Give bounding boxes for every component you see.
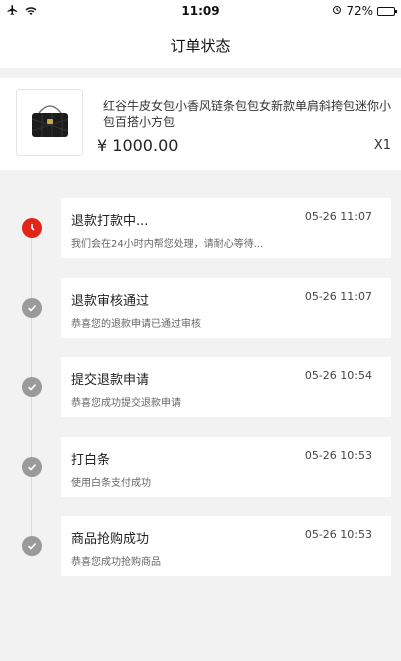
step-time: 05-26 10:53 xyxy=(304,528,372,541)
step-time: 05-26 10:54 xyxy=(304,369,372,382)
timeline-card[interactable]: 打白条 05-26 10:53 使用白条支付成功 xyxy=(61,437,391,497)
battery-icon xyxy=(377,6,397,16)
step-title: 商品抢购成功 xyxy=(71,532,150,547)
product-card[interactable]: 红谷牛皮女包小香风链条包包女新款单肩斜挎包迷你小包百搭小方包 ¥ 1000.00… xyxy=(0,78,401,170)
product-title: 红谷牛皮女包小香风链条包包女新款单肩斜挎包迷你小包百搭小方包 xyxy=(103,99,392,129)
product-image[interactable] xyxy=(16,89,83,156)
clock-icon xyxy=(22,218,42,238)
step-title: 提交退款申请 xyxy=(71,373,150,388)
alarm-icon xyxy=(332,4,342,18)
step-desc: 使用白条支付成功 xyxy=(71,478,151,489)
step-title: 打白条 xyxy=(71,453,111,468)
product-price: ¥ 1000.00 xyxy=(97,136,179,155)
handbag-icon xyxy=(27,101,73,145)
timeline-card[interactable]: 商品抢购成功 05-26 10:53 恭喜您成功抢购商品 xyxy=(61,516,391,576)
timeline-step-refund-paying[interactable]: 退款打款中... 05-26 11:07 我们会在24小时内帮您处理，请耐心等待… xyxy=(0,198,401,258)
step-title: 退款审核通过 xyxy=(71,294,150,309)
nav-bar: 订单状态 xyxy=(0,22,401,68)
timeline-card[interactable]: 退款打款中... 05-26 11:07 我们会在24小时内帮您处理，请耐心等待… xyxy=(61,198,391,258)
timeline-step-baitiao-paid[interactable]: 打白条 05-26 10:53 使用白条支付成功 xyxy=(0,437,401,497)
timeline-card[interactable]: 退款审核通过 05-26 11:07 恭喜您的退款申请已通过审核 xyxy=(61,278,391,338)
step-desc: 我们会在24小时内帮您处理，请耐心等待... xyxy=(71,239,264,250)
step-time: 05-26 10:53 xyxy=(304,449,372,462)
step-desc: 恭喜您成功提交退款申请 xyxy=(71,398,181,409)
step-desc: 恭喜您成功抢购商品 xyxy=(71,557,161,568)
product-quantity: X1 xyxy=(373,138,391,153)
page-title: 订单状态 xyxy=(170,36,231,55)
step-time: 05-26 11:07 xyxy=(304,290,372,303)
step-desc: 恭喜您的退款申请已通过审核 xyxy=(71,319,201,330)
timeline-step-purchase-success[interactable]: 商品抢购成功 05-26 10:53 恭喜您成功抢购商品 xyxy=(0,516,401,576)
battery-percent: 72% xyxy=(346,4,373,18)
timeline-step-refund-submitted[interactable]: 提交退款申请 05-26 10:54 恭喜您成功提交退款申请 xyxy=(0,357,401,417)
check-icon xyxy=(22,298,42,318)
order-timeline: 退款打款中... 05-26 11:07 我们会在24小时内帮您处理，请耐心等待… xyxy=(0,180,401,661)
status-bar: 11:09 72% xyxy=(0,0,401,22)
timeline-card[interactable]: 提交退款申请 05-26 10:54 恭喜您成功提交退款申请 xyxy=(61,357,391,417)
check-icon xyxy=(22,536,42,556)
check-icon xyxy=(22,457,42,477)
status-right: 72% xyxy=(332,4,397,18)
step-title: 退款打款中... xyxy=(71,214,149,229)
check-icon xyxy=(22,377,42,397)
step-time: 05-26 11:07 xyxy=(304,210,372,223)
timeline-step-review-passed[interactable]: 退款审核通过 05-26 11:07 恭喜您的退款申请已通过审核 xyxy=(0,278,401,338)
